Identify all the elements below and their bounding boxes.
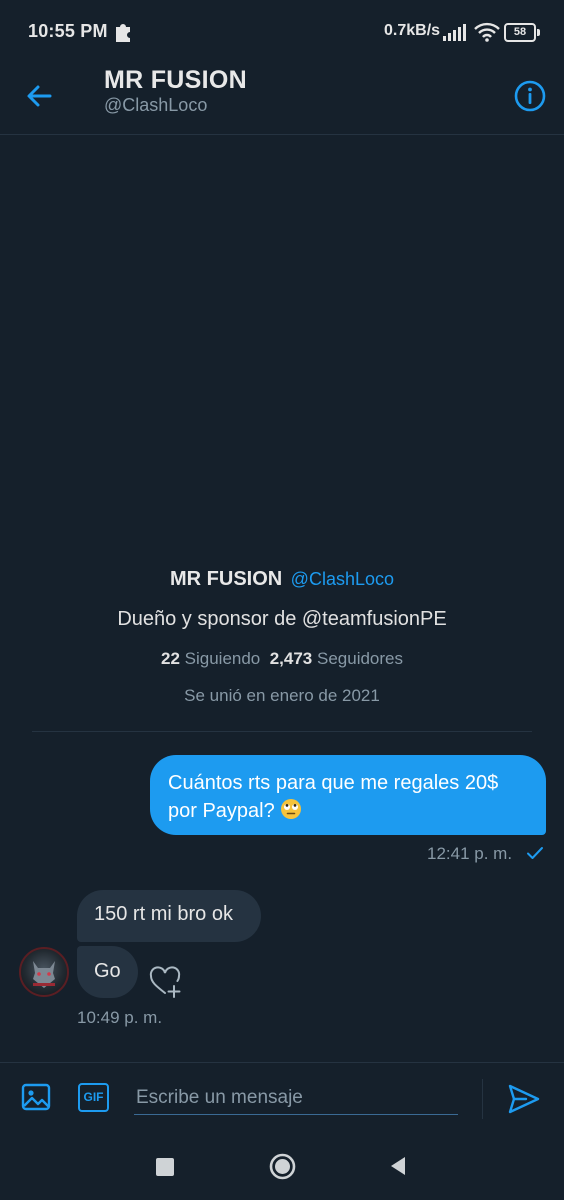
conversation-header: MR FUSION @ClashLoco (0, 64, 564, 135)
gif-button[interactable]: GIF (78, 1083, 109, 1112)
home-icon[interactable] (269, 1153, 296, 1180)
profile-handle[interactable]: @ClashLoco (291, 569, 394, 589)
status-bar: 10:55 PM 0.7kB/s 58 (0, 0, 564, 64)
followers-count[interactable]: 2,473 (270, 649, 313, 668)
sent-message-bubble[interactable]: Cuántos rts para que me regales 20$ por … (150, 755, 546, 835)
recent-apps-icon[interactable] (156, 1158, 174, 1176)
composer-separator (482, 1079, 483, 1119)
back-arrow-icon[interactable] (20, 76, 60, 116)
profile-name-line: MR FUSION @ClashLoco (0, 568, 564, 591)
divider (32, 731, 532, 732)
conversation-title[interactable]: MR FUSION (104, 66, 247, 95)
battery-icon: 58 (504, 23, 544, 42)
rolling-eyes-emoji-icon (281, 799, 302, 819)
send-icon[interactable] (506, 1081, 542, 1117)
status-time: 10:55 PM (28, 21, 108, 41)
status-speed: 0.7kB/s (384, 22, 441, 39)
received-message-text: 150 rt mi bro ok (94, 903, 233, 925)
followers-label[interactable]: Seguidores (317, 649, 403, 668)
info-icon[interactable] (510, 76, 550, 116)
received-message-bubble[interactable]: Go (77, 946, 138, 998)
following-count[interactable]: 22 (161, 649, 180, 668)
profile-stats: 22 Siguiendo 2,473 Seguidores (0, 649, 564, 669)
system-nav-bar (0, 1134, 564, 1200)
puzzle-icon (116, 24, 130, 42)
received-message-text: Go (94, 960, 121, 982)
received-message-time: 10:49 p. m. (77, 1008, 163, 1027)
checkmark-icon (527, 847, 543, 859)
profile-joined: Se unió en enero de 2021 (184, 686, 380, 705)
sent-message-text: Cuántos rts para que me regales 20$ por … (168, 772, 499, 822)
conversation-handle: @ClashLoco (104, 95, 208, 115)
battery-level: 58 (513, 26, 527, 38)
wolf-logo-icon (33, 961, 55, 988)
avatar[interactable] (19, 947, 69, 997)
following-label[interactable]: Siguiendo (185, 649, 261, 668)
profile-name[interactable]: MR FUSION (170, 568, 282, 590)
sent-message-time: 12:41 p. m. (427, 844, 513, 863)
heart-plus-icon[interactable] (148, 965, 184, 999)
wifi-icon (474, 22, 500, 42)
profile-bio: Dueño y sponsor de @teamfusionPE (117, 608, 447, 630)
message-input[interactable] (134, 1081, 458, 1115)
signal-icon (443, 24, 466, 41)
back-triangle-icon[interactable] (388, 1155, 408, 1177)
message-composer: GIF (0, 1062, 564, 1135)
received-message-bubble[interactable]: 150 rt mi bro ok (77, 890, 261, 942)
image-icon[interactable] (20, 1081, 52, 1113)
